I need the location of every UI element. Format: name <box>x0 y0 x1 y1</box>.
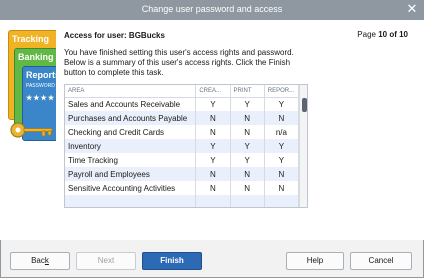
create-cell: N <box>195 111 231 125</box>
password-stars: ★★★★ <box>26 95 56 102</box>
table-row[interactable]: Payroll and Employees N N N <box>65 167 300 181</box>
table-row[interactable]: Sales and Accounts Receivable Y Y Y <box>65 97 300 111</box>
report-cell: Y <box>264 139 300 153</box>
wizard-illustration: Tracking Banking Reports PASSWORD ★★★★ <box>4 26 56 146</box>
scrollbar-thumb[interactable] <box>302 98 307 112</box>
area-cell: Sensitive Accounting Activities <box>65 181 197 195</box>
column-header-create[interactable]: CREA... <box>195 85 231 98</box>
report-cell: N <box>264 111 300 125</box>
back-button-accelerator: k <box>44 256 49 265</box>
back-button-label: Bac <box>31 256 45 265</box>
banking-card-label: Banking <box>18 52 54 62</box>
print-cell: N <box>230 181 265 195</box>
table-row[interactable]: Sensitive Accounting Activities N N N <box>65 181 300 195</box>
create-cell: N <box>195 181 231 195</box>
area-cell: Purchases and Accounts Payable <box>65 111 197 125</box>
key-icon <box>10 122 53 138</box>
table-row[interactable]: Time Tracking Y Y Y <box>65 153 300 167</box>
area-cell: Time Tracking <box>65 153 197 167</box>
table-row-empty <box>65 195 300 207</box>
report-cell: Y <box>264 153 300 167</box>
page-indicator: Page 10 of 10 <box>357 30 408 39</box>
table-row[interactable]: Checking and Credit Cards N N n/a <box>65 125 300 139</box>
create-cell: Y <box>195 153 231 167</box>
report-cell: N <box>264 167 300 181</box>
column-header-print[interactable]: PRINT <box>230 85 265 98</box>
table-row[interactable]: Purchases and Accounts Payable N N N <box>65 111 300 125</box>
table-scrollbar[interactable] <box>299 85 307 207</box>
create-cell: Y <box>195 139 231 153</box>
report-cell: N <box>264 181 300 195</box>
print-cell: Y <box>230 153 265 167</box>
password-label: PASSWORD <box>26 83 55 89</box>
print-cell: N <box>230 111 265 125</box>
help-button[interactable]: Help <box>286 252 344 270</box>
create-cell: N <box>195 167 231 181</box>
reports-card-label: Reports <box>26 70 56 80</box>
window-title: Change user password and access <box>141 4 283 14</box>
table-header-row: AREA CREA... PRINT REPOR... <box>65 85 300 98</box>
table-row[interactable]: Inventory Y Y Y <box>65 139 300 153</box>
area-cell: Payroll and Employees <box>65 167 197 181</box>
access-summary-table: AREA CREA... PRINT REPOR... Sales and Ac… <box>64 84 308 208</box>
cancel-button[interactable]: Cancel <box>350 252 412 270</box>
print-cell: N <box>230 125 265 139</box>
create-cell: Y <box>195 97 231 111</box>
area-cell: Checking and Credit Cards <box>65 125 197 139</box>
page-label: Page <box>357 30 376 39</box>
report-cell: Y <box>264 97 300 111</box>
print-cell: N <box>230 167 265 181</box>
finish-button[interactable]: Finish <box>142 252 202 270</box>
report-cell: n/a <box>264 125 300 139</box>
print-cell: Y <box>230 139 265 153</box>
title-bar: Change user password and access ✕ <box>0 0 424 20</box>
print-cell: Y <box>230 97 265 111</box>
tracking-card-label: Tracking <box>12 34 50 44</box>
instructions-text: You have finished setting this user's ac… <box>64 48 294 77</box>
create-cell: N <box>195 125 231 139</box>
next-button[interactable]: Next <box>76 252 136 270</box>
column-header-report[interactable]: REPOR... <box>264 85 300 98</box>
area-cell: Sales and Accounts Receivable <box>65 97 197 111</box>
column-header-area[interactable]: AREA <box>65 85 197 98</box>
page-title: Access for user: BGBucks <box>64 31 165 40</box>
back-button[interactable]: Back <box>10 252 70 270</box>
close-icon[interactable]: ✕ <box>405 2 419 16</box>
area-cell: Inventory <box>65 139 197 153</box>
page-number: 10 of 10 <box>378 30 408 39</box>
